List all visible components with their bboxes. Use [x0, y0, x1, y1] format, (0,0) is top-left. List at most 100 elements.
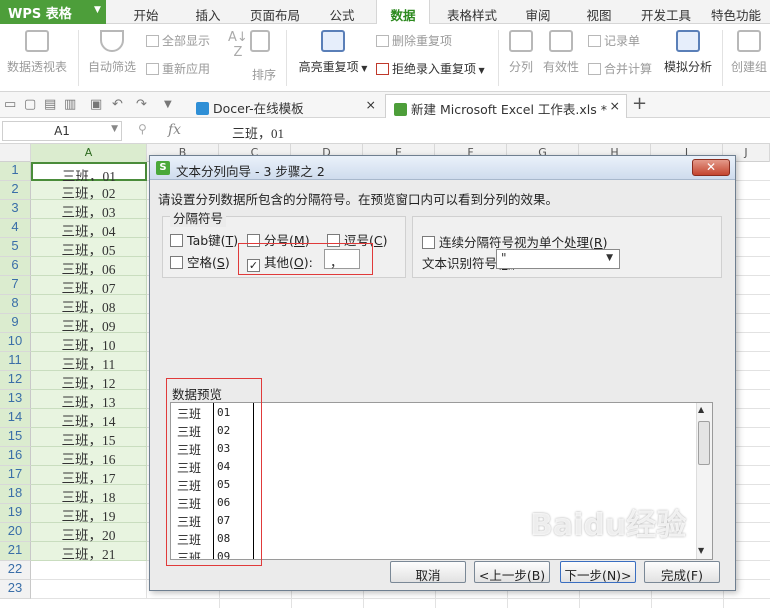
- row-header[interactable]: 13: [0, 390, 31, 409]
- cell-a[interactable]: 三班，07: [31, 276, 147, 296]
- cell-a[interactable]: 三班，18: [31, 485, 147, 505]
- cell-a[interactable]: 三班，03: [31, 200, 147, 220]
- export-icon[interactable]: ▤: [44, 97, 56, 112]
- cell-a[interactable]: 三班，09: [31, 314, 147, 334]
- cell-a[interactable]: 三班，05: [31, 238, 147, 258]
- remove-duplicates-button[interactable]: 删除重复项: [376, 32, 452, 52]
- cell-a[interactable]: 三班，06: [31, 257, 147, 277]
- fx-icon[interactable]: fx: [168, 122, 181, 138]
- highlight-duplicates-button[interactable]: 高亮重复项 ▼: [294, 28, 372, 86]
- app-menu-button[interactable]: WPS 表格 ▼: [0, 0, 106, 24]
- select-all-corner[interactable]: [0, 144, 31, 162]
- back-button[interactable]: <上一步(B): [474, 561, 550, 583]
- cell-a[interactable]: 三班，11: [31, 352, 147, 372]
- dialog-title-bar[interactable]: S 文本分列向导 - 3 步骤之 2 ✕: [150, 156, 735, 180]
- tab-key-checkbox[interactable]: Tab键(T): [170, 230, 238, 249]
- pivot-table-button[interactable]: 数据透视表: [4, 28, 70, 86]
- column-header-a[interactable]: A: [31, 144, 147, 162]
- print-icon[interactable]: ▥: [64, 97, 76, 112]
- save-icon[interactable]: ▢: [24, 97, 36, 112]
- print-preview-icon[interactable]: ▣: [90, 97, 102, 112]
- close-button[interactable]: ✕: [692, 159, 730, 176]
- cell-a[interactable]: 三班，04: [31, 219, 147, 239]
- doc-tab-docer[interactable]: Docer-在线模板 ×: [188, 94, 382, 118]
- row-header[interactable]: 12: [0, 371, 31, 390]
- tab-data[interactable]: 数据: [376, 0, 430, 25]
- row-header[interactable]: 23: [0, 580, 31, 599]
- tab-review[interactable]: 审阅: [512, 0, 564, 24]
- cell-a[interactable]: [31, 580, 147, 599]
- tab-developer[interactable]: 开发工具: [634, 0, 698, 24]
- quick-access-dropdown-icon[interactable]: ▼: [164, 99, 172, 110]
- row-header[interactable]: 2: [0, 181, 31, 200]
- tab-page-layout[interactable]: 页面布局: [244, 0, 306, 24]
- reject-duplicates-button[interactable]: 拒绝录入重复项 ▼: [376, 60, 485, 80]
- split-column-button[interactable]: 分列: [504, 28, 538, 86]
- cell-a[interactable]: 三班，13: [31, 390, 147, 410]
- scroll-thumb[interactable]: [698, 421, 710, 465]
- formula-input[interactable]: 三班，01: [232, 123, 284, 142]
- cell-a[interactable]: 三班，14: [31, 409, 147, 429]
- tab-table-style[interactable]: 表格样式: [440, 0, 504, 24]
- new-tab-button[interactable]: +: [632, 93, 647, 114]
- row-header[interactable]: 16: [0, 447, 31, 466]
- row-header[interactable]: 15: [0, 428, 31, 447]
- cell-a[interactable]: 三班，21: [31, 542, 147, 562]
- row-header[interactable]: 7: [0, 276, 31, 295]
- active-cell[interactable]: 三班，01: [31, 162, 147, 184]
- tab-special[interactable]: 特色功能: [704, 0, 768, 24]
- cell-a[interactable]: 三班，19: [31, 504, 147, 524]
- tab-home[interactable]: 开始: [120, 0, 172, 24]
- cell-a[interactable]: 三班，20: [31, 523, 147, 543]
- cell-a[interactable]: 三班，17: [31, 466, 147, 486]
- row-header[interactable]: 8: [0, 295, 31, 314]
- record-form-button[interactable]: 记录单: [588, 32, 640, 52]
- tab-insert[interactable]: 插入: [182, 0, 234, 24]
- finish-button[interactable]: 完成(F): [644, 561, 720, 583]
- validity-button[interactable]: 有效性: [540, 28, 582, 86]
- row-header[interactable]: 1: [0, 162, 31, 181]
- what-if-analysis-button[interactable]: 模拟分析: [660, 28, 716, 86]
- zoom-search-icon[interactable]: ⚲: [138, 122, 147, 136]
- row-header[interactable]: 6: [0, 257, 31, 276]
- cell-a[interactable]: [31, 561, 147, 580]
- close-icon[interactable]: ×: [610, 98, 620, 113]
- row-header[interactable]: 4: [0, 219, 31, 238]
- cell-a[interactable]: 三班，10: [31, 333, 147, 353]
- row-header[interactable]: 10: [0, 333, 31, 352]
- space-checkbox[interactable]: 空格(S): [170, 252, 230, 271]
- create-group-button[interactable]: 创建组: [728, 28, 770, 86]
- cancel-button[interactable]: 取消: [390, 561, 466, 583]
- row-header[interactable]: 20: [0, 523, 31, 542]
- row-header[interactable]: 17: [0, 466, 31, 485]
- row-header[interactable]: 19: [0, 504, 31, 523]
- cell-a[interactable]: 三班，02: [31, 181, 147, 201]
- row-header[interactable]: 18: [0, 485, 31, 504]
- row-header[interactable]: 22: [0, 561, 31, 580]
- text-qualifier-select[interactable]: " ▼: [496, 249, 620, 269]
- consolidate-button[interactable]: 合并计算: [588, 60, 652, 80]
- row-header[interactable]: 21: [0, 542, 31, 561]
- cell-a[interactable]: 三班，16: [31, 447, 147, 467]
- tab-view[interactable]: 视图: [574, 0, 624, 24]
- redo-icon[interactable]: ↷: [136, 97, 147, 112]
- row-header[interactable]: 14: [0, 409, 31, 428]
- scroll-down-icon[interactable]: ▼: [698, 546, 704, 555]
- show-all-button[interactable]: 全部显示: [146, 32, 210, 52]
- row-header[interactable]: 5: [0, 238, 31, 257]
- next-button[interactable]: 下一步(N)>: [560, 561, 636, 583]
- auto-filter-button[interactable]: 自动筛选: [84, 28, 140, 86]
- cell-a[interactable]: 三班，15: [31, 428, 147, 448]
- cell-a[interactable]: 三班，08: [31, 295, 147, 315]
- close-icon[interactable]: ×: [366, 97, 376, 112]
- cell-a[interactable]: 三班，12: [31, 371, 147, 391]
- sort-button[interactable]: A↓ Z 排序: [224, 28, 278, 86]
- tab-formulas[interactable]: 公式: [316, 0, 368, 24]
- row-header[interactable]: 9: [0, 314, 31, 333]
- row-header[interactable]: 3: [0, 200, 31, 219]
- scroll-up-icon[interactable]: ▲: [698, 405, 704, 414]
- doc-tab-workbook[interactable]: 新建 Microsoft Excel 工作表.xls * ×: [385, 94, 627, 118]
- reapply-button[interactable]: 重新应用: [146, 60, 210, 80]
- row-header[interactable]: 11: [0, 352, 31, 371]
- open-folder-icon[interactable]: ▭: [4, 97, 16, 112]
